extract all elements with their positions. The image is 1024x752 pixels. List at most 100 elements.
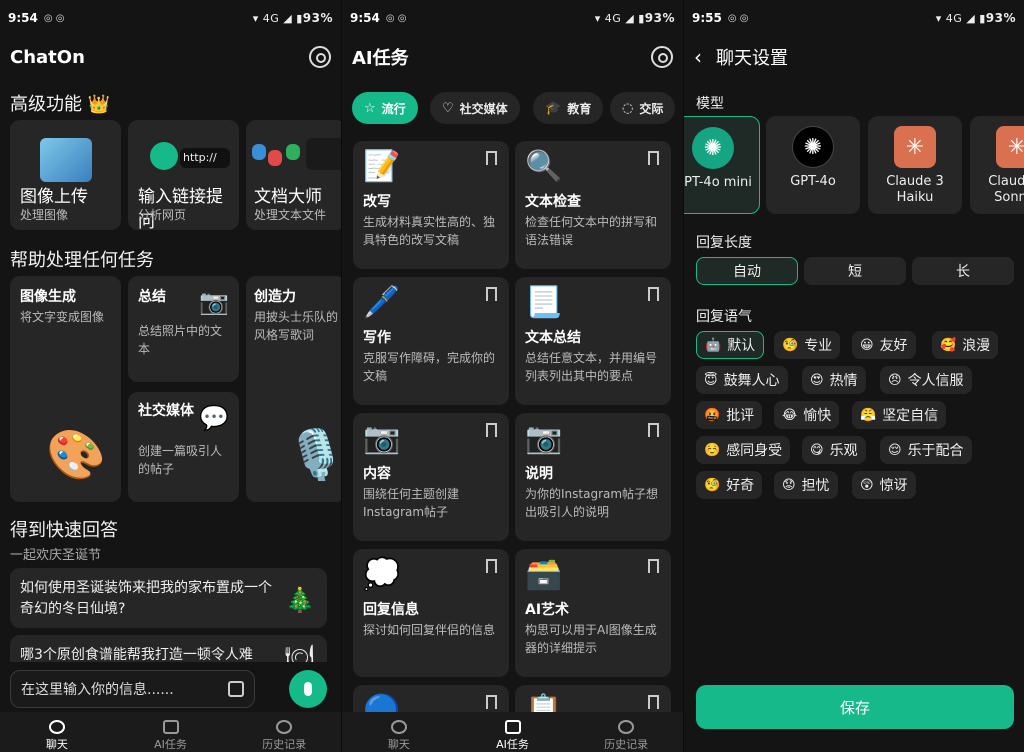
task-sub: 将文字变成图像 (20, 310, 105, 324)
pdf-icon (268, 150, 282, 166)
task-card-writing[interactable]: 🖊️ 写作 克服写作障碍，完成你的文稿 (353, 277, 509, 405)
tone-curious[interactable]: 🧐 好奇 (696, 471, 763, 499)
task-card-ai-art[interactable]: 🗃️ AI艺术 构思可以用于AI图像生成器的详细提示 (515, 549, 671, 677)
question-text: 如何使用圣诞装饰来把我的家布置成一个奇幻的冬日仙境? (20, 580, 272, 617)
back-arrow-icon[interactable]: ‹ (694, 45, 702, 69)
tone-critical[interactable]: 🤬 批评 (696, 401, 763, 429)
task-card-content[interactable]: 📷 内容 围绕任何主题创建Instagram帖子 (353, 413, 509, 541)
task-creativity[interactable]: 创造力 用披头士乐队的风格写歌词 🎙️ (246, 276, 341, 502)
tone-romantic[interactable]: 🥰 浪漫 (932, 331, 999, 359)
length-short[interactable]: 短 (804, 257, 906, 285)
chip-popular[interactable]: ☆ 流行 (352, 92, 418, 124)
length-auto[interactable]: 自动 (696, 257, 798, 285)
message-placeholder: 在这里输入你的信息...... (21, 682, 174, 698)
task-card-text-check[interactable]: 🔍 文本检查 检查任何文本中的拼写和语法错误 (515, 141, 671, 269)
tone-optimistic[interactable]: 😋 乐观 (802, 436, 866, 464)
status-battery: ▾ 4G ◢ ▮93% (594, 11, 675, 25)
instagram-icon: 📷 (363, 421, 401, 456)
model-gpt-4o[interactable]: ✺ GPT-4o (766, 116, 860, 214)
pen-icon: 🖊️ (363, 285, 401, 320)
nav-ai-tasks[interactable]: AI任务 (114, 712, 228, 752)
tone-label: 回复语气 (696, 309, 752, 325)
nav-chat[interactable]: 聊天 (342, 712, 456, 752)
question-card[interactable]: 如何使用圣诞装饰来把我的家布置成一个奇幻的冬日仙境? 🎄 (10, 568, 327, 628)
status-bar: 9:54 ◎ ◎ ▾ 4G ◢ ▮93% (0, 0, 341, 36)
model-claude-3-sonnet[interactable]: ✳ Claude 3 Sonnet (970, 116, 1024, 214)
sheet-icon (286, 144, 300, 160)
status-time: 9:54 (350, 11, 380, 25)
bookmark-icon[interactable] (648, 695, 659, 709)
status-bar: 9:54 ◎ ◎ ▾ 4G ◢ ▮93% (342, 0, 683, 36)
microphone-button[interactable] (289, 670, 327, 708)
bookmark-icon[interactable] (486, 559, 497, 573)
chip-communication[interactable]: ◌ 交际 (610, 92, 676, 124)
task-card-text-summary[interactable]: 📃 文本总结 总结任意文本，并用编号列表列出其中的要点 (515, 277, 671, 405)
task-image-generation[interactable]: 图像生成 将文字变成图像 🎨 (10, 276, 121, 502)
tone-inspiring[interactable]: 😇 鼓舞人心 (696, 366, 788, 394)
feature-title: 文档大师 (254, 187, 322, 207)
tasks-icon (504, 720, 521, 734)
bookmark-icon[interactable] (486, 151, 497, 165)
link-icon (150, 142, 178, 170)
task-card-rewrite[interactable]: 📝 改写 生成材料真实性高的、独具特色的改写文稿 (353, 141, 509, 269)
message-input[interactable]: 在这里输入你的信息...... (10, 670, 255, 708)
chip-social-media[interactable]: ♡ 社交媒体 (430, 92, 520, 124)
feature-sub: 分析网页 (138, 208, 187, 222)
bookmark-icon[interactable] (486, 287, 497, 301)
scan-icon[interactable] (228, 681, 244, 697)
tone-default[interactable]: 🤖 默认 (696, 331, 765, 359)
nav-history[interactable]: 历史记录 (569, 712, 683, 752)
claude-icon: ✳ (894, 126, 936, 168)
bookmark-icon[interactable] (648, 423, 659, 437)
palette-icon: 🎨 (46, 427, 106, 483)
tone-worried[interactable]: 😟 担忧 (774, 471, 838, 499)
feature-link-question[interactable]: http:// 输入链接提问 分析网页 (128, 120, 239, 230)
tone-persuasive[interactable]: 😠 令人信服 (880, 366, 972, 394)
tone-professional[interactable]: 🧐 专业 (774, 331, 841, 359)
magnifier-icon: 🔍 (525, 149, 563, 184)
bookmark-icon[interactable] (486, 423, 497, 437)
bookmark-icon[interactable] (648, 151, 659, 165)
tone-empathetic[interactable]: ☺️ 感同身受 (696, 436, 791, 464)
mic-icon (304, 682, 312, 696)
url-thumbnail: http:// (180, 148, 230, 168)
heart-icon: ♡ (442, 100, 454, 116)
tree-icon: 🎄 (285, 586, 315, 614)
task-card-reply[interactable]: 💭 回复信息 探讨如何回复伴侣的信息 (353, 549, 509, 677)
nav-ai-tasks[interactable]: AI任务 (456, 712, 570, 752)
tone-cheerful[interactable]: 😂 愉快 (774, 401, 840, 429)
nav-history[interactable]: 历史记录 (227, 712, 341, 752)
top-bar: ChatOn (0, 38, 341, 76)
tone-cooperative[interactable]: 😌 乐于配合 (880, 436, 972, 464)
model-label: 模型 (696, 96, 724, 112)
task-social-media[interactable]: 社交媒体 💬 创建一篇吸引人的帖子 (128, 392, 239, 502)
settings-gear-icon[interactable] (651, 46, 673, 68)
status-battery: ▾ 4G ◢ ▮93% (935, 11, 1016, 25)
notification-icon: ◎ ◎ (385, 12, 407, 24)
bookmark-icon[interactable] (648, 559, 659, 573)
notification-icon: ◎ ◎ (43, 12, 65, 24)
save-button[interactable]: 保存 (696, 685, 1014, 729)
tone-surprised[interactable]: 😲 惊讶 (852, 471, 916, 499)
task-sub: 总结照片中的文本 (138, 324, 223, 356)
document-icon: 📃 (525, 285, 563, 320)
model-claude-3-haiku[interactable]: ✳ Claude 3 Haiku (868, 116, 962, 214)
length-long[interactable]: 长 (912, 257, 1014, 285)
tone-enthusiastic[interactable]: 😍 热情 (802, 366, 866, 394)
chip-education[interactable]: 🎓 教育 (533, 92, 604, 124)
settings-gear-icon[interactable] (309, 46, 331, 68)
task-summary[interactable]: 总结 📷 总结照片中的文本 (128, 276, 239, 382)
task-card-caption[interactable]: 📷 说明 为你的Instagram帖子想出吸引人的说明 (515, 413, 671, 541)
model-gpt-4o-mini[interactable]: ✺ GPT-4o mini (684, 116, 760, 214)
tasks-icon (162, 720, 179, 734)
feature-image-upload[interactable]: 图像上传 处理图像 (10, 120, 121, 230)
bookmark-icon[interactable] (648, 287, 659, 301)
tone-friendly[interactable]: 😀 友好 (852, 331, 916, 359)
bookmark-icon[interactable] (486, 695, 497, 709)
nav-chat[interactable]: 聊天 (0, 712, 114, 752)
microphone-icon: 🎙️ (286, 427, 341, 483)
tone-assertive[interactable]: 😤 坚定自信 (852, 401, 947, 429)
feature-title: 图像上传 (20, 187, 88, 207)
status-battery: ▾ 4G ◢ ▮93% (252, 11, 333, 25)
feature-document-master[interactable]: 文档大师 处理文本文件 (246, 120, 341, 230)
